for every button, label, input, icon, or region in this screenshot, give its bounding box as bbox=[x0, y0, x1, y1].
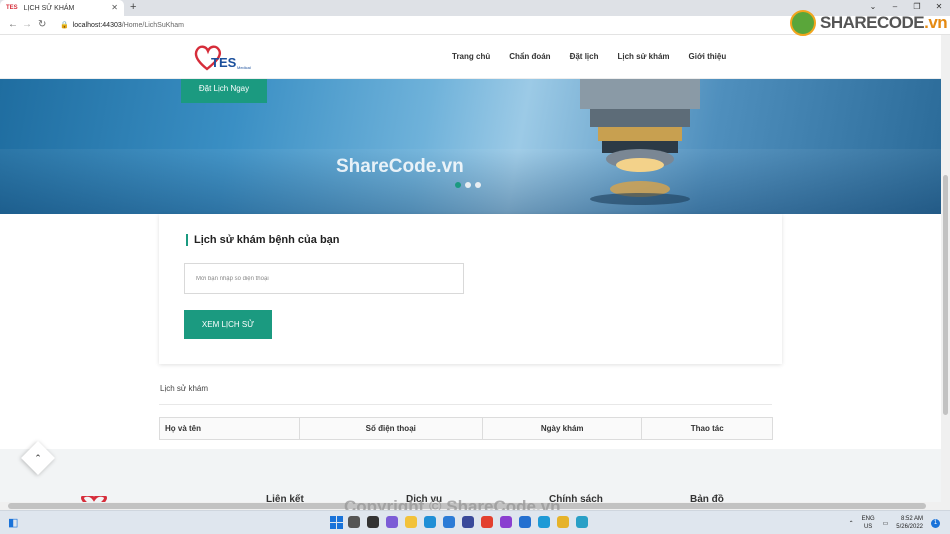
lookup-title: Lịch sử khám bệnh của bạn bbox=[186, 234, 340, 246]
edge-icon[interactable] bbox=[424, 516, 436, 528]
column-header-name: Họ và tên bbox=[160, 418, 300, 439]
sharecode-watermark-logo: SHARECODE.vn bbox=[790, 10, 948, 36]
tab-title: LỊCH SỬ KHÁM bbox=[23, 4, 75, 12]
back-icon[interactable]: ← bbox=[8, 19, 18, 30]
phone-number-input[interactable] bbox=[184, 263, 464, 294]
clock[interactable]: 8:52 AM 5/26/2022 bbox=[896, 515, 923, 531]
microscope-image bbox=[580, 79, 700, 205]
column-header-date: Ngày khám bbox=[483, 418, 643, 439]
main-menu: Trang chủ Chẩn đoán Đặt lịch Lịch sử khá… bbox=[452, 52, 745, 61]
start-menu-icon[interactable] bbox=[330, 516, 343, 529]
skype-icon[interactable] bbox=[538, 516, 550, 528]
carousel-dot-2[interactable] bbox=[465, 182, 471, 188]
site-footer bbox=[0, 449, 941, 502]
windows-taskbar: ◧ ⌃ ENG US ▭ 8:52 AM 5/26/2022 1 bbox=[0, 510, 950, 534]
language-indicator[interactable]: ENG US bbox=[862, 515, 875, 531]
column-header-phone: Số điện thoại bbox=[300, 418, 483, 439]
chevron-up-icon: ⌃ bbox=[34, 453, 42, 463]
system-tray: ⌃ ENG US ▭ 8:52 AM 5/26/2022 1 bbox=[849, 515, 940, 531]
lock-icon: 🔒 bbox=[60, 22, 69, 29]
menu-item-history[interactable]: Lịch sử khám bbox=[617, 52, 669, 61]
chrome-icon[interactable] bbox=[481, 516, 493, 528]
app-icon[interactable] bbox=[462, 516, 474, 528]
book-now-button[interactable]: Đặt Lịch Ngay bbox=[181, 79, 267, 103]
watermark-logo-suffix: .vn bbox=[924, 13, 948, 32]
sharecode-watermark-center: ShareCode.vn bbox=[336, 156, 464, 177]
history-table-header: Họ và tên Số điện thoại Ngày khám Thao t… bbox=[159, 417, 773, 440]
tes-medical-logo[interactable]: TES Medical bbox=[193, 42, 257, 72]
hero-banner bbox=[0, 79, 941, 214]
history-section-label: Lịch sử khám bbox=[160, 384, 209, 393]
logo-text: TES bbox=[211, 55, 237, 70]
task-view-icon[interactable] bbox=[367, 516, 379, 528]
browser-tab[interactable]: TES LỊCH SỬ KHÁM ✕ bbox=[0, 0, 124, 16]
paint-icon[interactable] bbox=[557, 516, 569, 528]
menu-item-home[interactable]: Trang chủ bbox=[452, 52, 490, 61]
taskbar-apps bbox=[348, 516, 588, 528]
new-tab-button[interactable]: + bbox=[130, 1, 136, 13]
display-icon[interactable]: ▭ bbox=[883, 520, 889, 527]
chat-icon[interactable] bbox=[386, 516, 398, 528]
sharecode-logo-icon bbox=[790, 10, 816, 36]
history-lookup-card: Lịch sử khám bệnh của bạn XEM LỊCH SỬ bbox=[159, 214, 782, 364]
maps-icon[interactable] bbox=[519, 516, 531, 528]
search-icon[interactable] bbox=[348, 516, 360, 528]
store-icon[interactable] bbox=[443, 516, 455, 528]
chevron-up-icon[interactable]: ⌃ bbox=[849, 520, 854, 527]
reload-icon[interactable]: ↻ bbox=[38, 19, 46, 30]
url-field[interactable]: 🔒 localhost:44303/Home/LichSuKham bbox=[60, 21, 184, 29]
vertical-scroll-thumb[interactable] bbox=[943, 175, 948, 415]
notification-icon[interactable]: 1 bbox=[931, 518, 940, 528]
forward-icon[interactable]: → bbox=[22, 19, 32, 30]
tab-close-icon[interactable]: ✕ bbox=[111, 3, 118, 12]
view-history-button[interactable]: XEM LỊCH SỬ bbox=[184, 310, 272, 339]
column-header-actions: Thao tác bbox=[690, 424, 724, 433]
file-explorer-icon[interactable] bbox=[405, 516, 417, 528]
carousel-indicators bbox=[455, 182, 481, 188]
menu-item-about[interactable]: Giới thiệu bbox=[689, 52, 727, 61]
site-header: TES Medical Trang chủ Chẩn đoán Đặt lịch… bbox=[0, 35, 941, 79]
url-path: /Home/LichSuKham bbox=[121, 22, 185, 29]
vertical-scrollbar[interactable] bbox=[941, 35, 950, 510]
divider bbox=[159, 404, 772, 405]
network-icon[interactable] bbox=[576, 516, 588, 528]
watermark-logo-text: SHARECODE bbox=[820, 13, 925, 32]
tab-favicon-icon: TES bbox=[6, 5, 18, 11]
logo-subtext: Medical bbox=[237, 65, 251, 70]
carousel-dot-3[interactable] bbox=[475, 182, 481, 188]
menu-item-booking[interactable]: Đặt lịch bbox=[570, 52, 599, 61]
visual-studio-icon[interactable] bbox=[500, 516, 512, 528]
url-host: localhost:44303 bbox=[72, 22, 122, 29]
scroll-to-top-button[interactable]: ⌃ bbox=[21, 441, 55, 475]
carousel-dot-1[interactable] bbox=[455, 182, 461, 188]
menu-item-diagnosis[interactable]: Chẩn đoán bbox=[509, 52, 550, 61]
widgets-icon[interactable]: ◧ bbox=[8, 516, 18, 529]
